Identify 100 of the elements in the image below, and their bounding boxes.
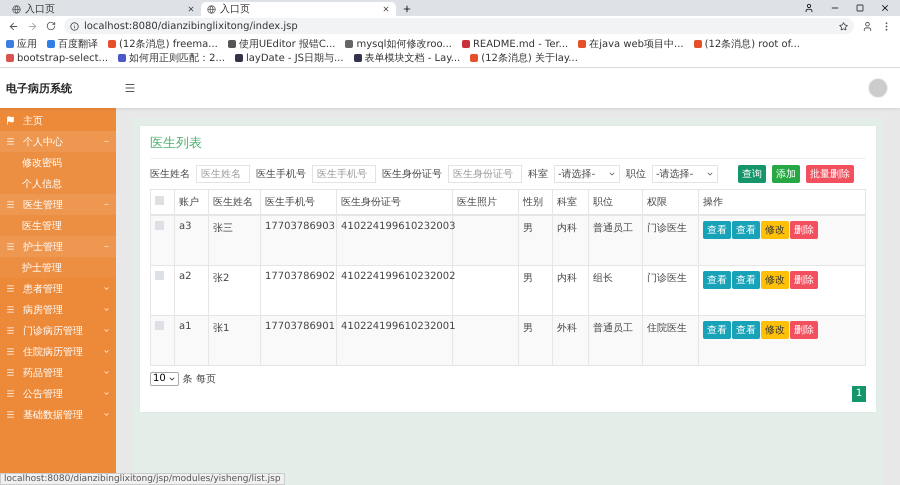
bookmark[interactable]: mysql如何修改roo... (345, 37, 452, 51)
flag-icon (6, 116, 15, 125)
table-cell: 门诊医生 (642, 265, 698, 315)
select-field[interactable]: -请选择- (652, 165, 718, 183)
caret-icon (103, 327, 110, 334)
checkbox[interactable] (155, 221, 164, 230)
input-field[interactable]: 医生身份证号 (448, 165, 522, 183)
bookmark[interactable]: (12条消息) 关于lay... (470, 51, 578, 65)
table-cell: 男 (518, 315, 552, 365)
table-cell: 17703786903 (260, 215, 336, 265)
sidebar-subitem[interactable]: 个人信息 (0, 173, 116, 194)
sidebar-item[interactable]: 主页 (0, 110, 116, 131)
close-icon[interactable] (187, 5, 195, 13)
menu-icon (6, 410, 15, 419)
delete-button[interactable]: 删除 (790, 320, 818, 338)
table-cell: 内科 (552, 265, 588, 315)
reload-icon[interactable] (46, 21, 56, 31)
sidebar-item[interactable]: 公告管理 (0, 383, 116, 404)
table-cell: 张2 (208, 265, 260, 315)
table-cell: 张1 (208, 315, 260, 365)
table-cell: 内科 (552, 215, 588, 265)
bookmark[interactable]: bootstrap-select... (6, 51, 108, 65)
view-button[interactable]: 查看 (703, 270, 731, 288)
bookmark[interactable]: README.md - Ter... (462, 37, 568, 51)
delete-button[interactable]: 删除 (790, 221, 818, 239)
address-bar[interactable]: localhost:8080/dianzibinglixitong/index.jsp (64, 18, 854, 34)
star-icon[interactable] (839, 22, 848, 30)
delete-button[interactable]: 删除 (790, 270, 818, 288)
globe-icon (207, 4, 216, 14)
view-button[interactable]: 查看 (703, 221, 731, 239)
bookmark[interactable]: (12条消息) root of... (694, 37, 800, 51)
bookmark[interactable]: 在java web项目中... (578, 37, 684, 51)
table-cell: 17703786902 (260, 265, 336, 315)
edit-button[interactable]: 修改 (761, 320, 789, 338)
table-cell: 410224199610232002 (336, 265, 452, 315)
menu-icon (6, 368, 15, 377)
edit-button[interactable]: 修改 (761, 270, 789, 288)
close-icon[interactable] (880, 3, 890, 13)
menu-icon (6, 347, 15, 356)
menu-icon[interactable] (124, 82, 136, 94)
query-button[interactable]: 查询 (738, 165, 766, 183)
delete-button[interactable]: 批量删除 (806, 165, 854, 183)
checkbox[interactable] (155, 320, 164, 330)
minus-icon (103, 138, 110, 145)
close-icon[interactable] (382, 5, 390, 13)
sidebar-item[interactable]: 护士管理 (0, 236, 116, 257)
table-cell: 410224199610232003 (336, 215, 452, 265)
input-field[interactable]: 医生手机号 (312, 165, 376, 183)
profile-icon[interactable] (862, 20, 873, 32)
minus-icon (103, 201, 110, 208)
app-title: 电子病历系统 (5, 80, 73, 96)
sidebar-item[interactable]: 门诊病历管理 (0, 320, 116, 341)
view-button[interactable]: 查看 (703, 320, 731, 338)
menu-icon (6, 137, 15, 146)
menu-icon (6, 242, 15, 251)
bookmark[interactable]: 应用 (6, 37, 37, 51)
back-icon[interactable] (8, 20, 19, 32)
sidebar-item[interactable]: 基础数据管理 (0, 404, 116, 425)
caret-icon (103, 348, 110, 355)
browser-tab[interactable]: 入口页 (6, 2, 201, 16)
sidebar-item[interactable]: 医生管理 (0, 194, 116, 215)
bookmark[interactable]: 表单模块文档 - Lay... (354, 51, 460, 65)
browser-tab[interactable]: 入口页 (201, 2, 396, 16)
profile-icon[interactable] (804, 3, 814, 13)
caret-icon (103, 306, 110, 313)
restore-icon[interactable] (856, 4, 864, 12)
bookmark[interactable]: 百度翻译 (47, 37, 98, 51)
filter-label: 医生姓名 (150, 168, 190, 181)
page-button[interactable]: 1 (852, 386, 866, 402)
view-button[interactable]: 查看 (732, 270, 760, 288)
caret-icon (706, 170, 714, 178)
table-cell: 410224199610232001 (336, 315, 452, 365)
page-size-select[interactable]: 10 (150, 372, 179, 386)
sidebar-subitem[interactable]: 护士管理 (0, 257, 116, 278)
sidebar-item[interactable]: 个人中心 (0, 131, 116, 152)
view-button[interactable]: 查看 (732, 221, 760, 239)
sidebar-subitem[interactable]: 医生管理 (0, 215, 116, 236)
checkbox[interactable] (155, 196, 164, 205)
sidebar-subitem[interactable]: 修改密码 (0, 152, 116, 173)
caret-icon (103, 285, 110, 292)
sidebar-item[interactable]: 住院病历管理 (0, 341, 116, 362)
bookmark[interactable]: 使用UEditor 报错C... (228, 37, 336, 51)
table-cell: 17703786901 (260, 315, 336, 365)
add-button[interactable]: 添加 (772, 165, 800, 183)
bookmark[interactable]: 如何用正则匹配：2... (118, 51, 225, 65)
bookmark[interactable]: layDate - JS日期与... (235, 51, 344, 65)
table-cell: 普通员工 (588, 315, 642, 365)
bookmark[interactable]: (12条消息) freema... (108, 37, 218, 51)
info-icon (70, 22, 79, 30)
sidebar-item[interactable]: 患者管理 (0, 278, 116, 299)
select-field[interactable]: -请选择- (554, 165, 620, 183)
input-field[interactable]: 医生姓名 (196, 165, 250, 183)
view-button[interactable]: 查看 (732, 320, 760, 338)
new-tab-icon[interactable] (402, 4, 412, 14)
globe-icon (12, 4, 21, 14)
sidebar-item[interactable]: 病房管理 (0, 299, 116, 320)
edit-button[interactable]: 修改 (761, 221, 789, 239)
checkbox[interactable] (155, 270, 164, 280)
filter-label: 职位 (626, 168, 646, 181)
sidebar-item[interactable]: 药品管理 (0, 362, 116, 383)
